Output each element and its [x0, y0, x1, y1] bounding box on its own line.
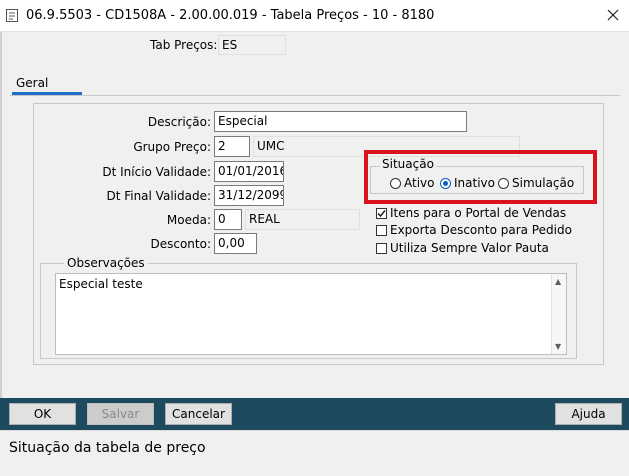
checkbox-portal-vendas[interactable]: Itens para o Portal de Vendas [376, 206, 566, 220]
observacoes-textarea[interactable]: Especial teste ▲ ▼ [55, 273, 567, 355]
dt-final-input[interactable]: 31/12/2099 [214, 185, 284, 206]
checkbox-valor-pauta-box [376, 242, 387, 254]
checkbox-portal-vendas-box [376, 207, 387, 219]
observacoes-scrollbar[interactable]: ▲ ▼ [551, 274, 566, 354]
close-button[interactable] [600, 2, 626, 28]
close-icon [607, 9, 619, 21]
window-frame [0, 32, 2, 430]
dt-inicio-input[interactable]: 01/01/2016 [214, 161, 284, 182]
tab-precos-label: Tab Preços: [150, 38, 218, 52]
grupo-preco-input[interactable]: 2 [214, 136, 250, 157]
tab-geral-label: Geral [16, 76, 49, 90]
checkbox-exporta-desconto-label: Exporta Desconto para Pedido [390, 223, 572, 237]
checkbox-valor-pauta[interactable]: Utiliza Sempre Valor Pauta [376, 241, 549, 255]
checkbox-exporta-desconto-box [376, 224, 387, 236]
desconto-label: Desconto: [150, 237, 211, 251]
moeda-description: REAL [245, 209, 360, 230]
salvar-button[interactable]: Salvar [87, 403, 154, 425]
moeda-input[interactable]: 0 [214, 209, 242, 230]
tab-precos-field: ES [218, 35, 286, 55]
checkmark-icon [377, 209, 386, 217]
scroll-up-icon[interactable]: ▲ [555, 277, 561, 286]
ok-button[interactable]: OK [9, 403, 76, 425]
document-icon [6, 9, 18, 22]
ajuda-button[interactable]: Ajuda [555, 403, 622, 425]
cancelar-button[interactable]: Cancelar [165, 403, 232, 425]
observacoes-text: Especial teste [59, 277, 143, 291]
status-text: Situação da tabela de preço [9, 440, 206, 456]
checkbox-exporta-desconto[interactable]: Exporta Desconto para Pedido [376, 223, 572, 237]
dt-inicio-label: Dt Início Validade: [102, 165, 211, 179]
checkbox-valor-pauta-label: Utiliza Sempre Valor Pauta [390, 241, 549, 255]
window-title: 06.9.5503 - CD1508A - 2.00.00.019 - Tabe… [26, 8, 435, 23]
tab-geral[interactable]: Geral [12, 74, 82, 93]
desconto-input[interactable]: 0,00 [214, 233, 257, 254]
highlight-annotation [364, 150, 597, 204]
moeda-label: Moeda: [166, 213, 211, 227]
dt-final-label: Dt Final Validade: [106, 189, 211, 203]
descricao-label: Descrição: [147, 115, 211, 129]
checkbox-portal-vendas-label: Itens para o Portal de Vendas [390, 206, 567, 220]
descricao-input[interactable]: Especial [214, 111, 467, 132]
grupo-preco-label: Grupo Preço: [133, 140, 211, 154]
observacoes-title: Observações [64, 256, 148, 270]
tab-separator [10, 95, 620, 96]
scroll-down-icon[interactable]: ▼ [555, 342, 561, 351]
